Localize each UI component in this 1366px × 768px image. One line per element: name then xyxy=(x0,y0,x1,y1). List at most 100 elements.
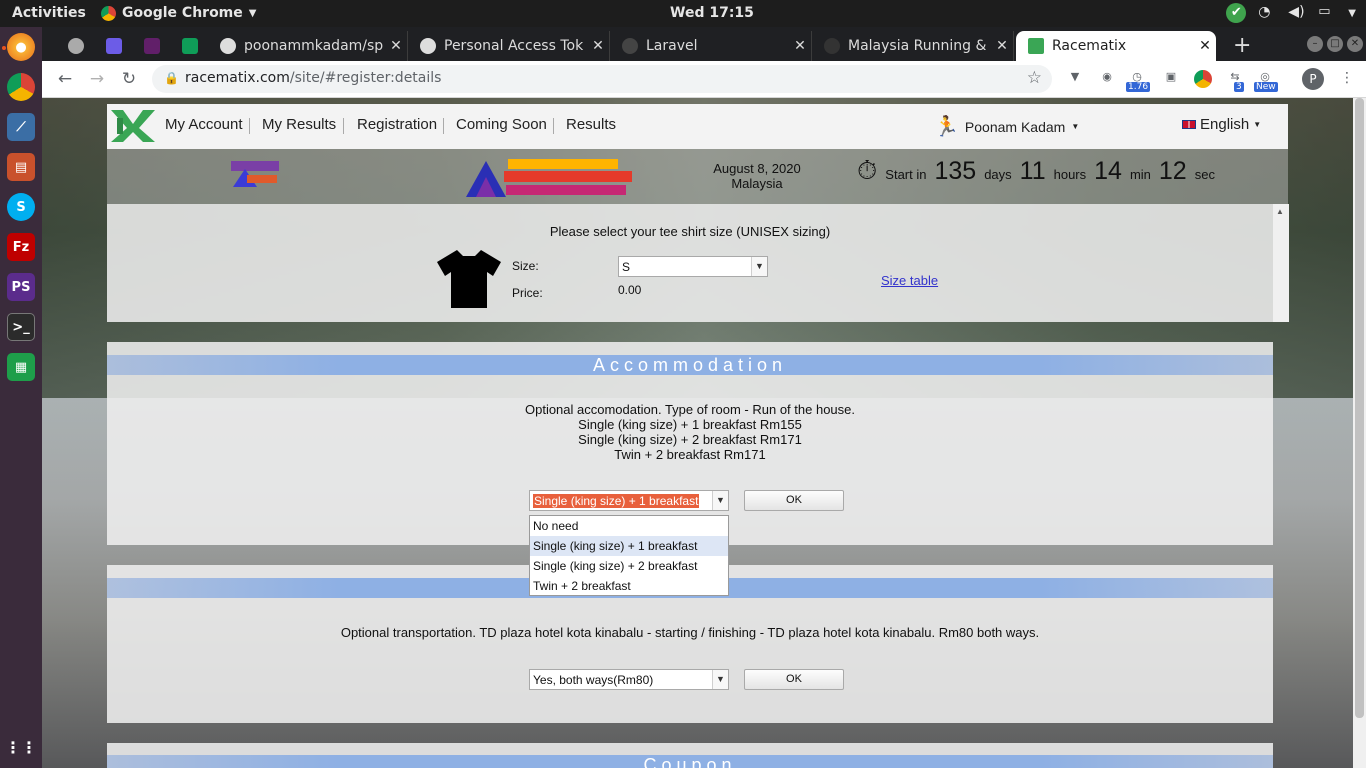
close-icon[interactable]: ✕ xyxy=(587,38,609,54)
gnome-top-bar: Activities Google Chrome ▼ Wed 17:15 ✔ ◔… xyxy=(0,0,1366,27)
system-tray[interactable]: ✔ ◔ ◀) ▭ ▼ xyxy=(1226,3,1356,23)
dropdown-option[interactable]: Twin + 2 breakfast xyxy=(530,576,728,596)
address-bar[interactable]: 🔒 racematix.com/site/#register:details ☆ xyxy=(152,65,1052,93)
size-label: Size: xyxy=(512,259,539,273)
new-tab-button[interactable]: + xyxy=(1233,33,1251,58)
chevron-down-icon: ▼ xyxy=(248,7,257,19)
tshirt-panel: Please select your tee shirt size (UNISE… xyxy=(107,204,1289,322)
wifi-icon: ◔ xyxy=(1258,4,1271,20)
skype-icon[interactable]: S xyxy=(7,193,35,221)
chrome-toolbar: ← → ↻ 🔒 racematix.com/site/#register:det… xyxy=(42,61,1366,98)
security-ok-icon[interactable]: ✔ xyxy=(1226,3,1247,23)
tab-laravel[interactable]: Laravel ✕ xyxy=(610,31,812,61)
spreadsheet-icon[interactable]: ▦ xyxy=(7,353,35,381)
transportation-ok-button[interactable]: OK xyxy=(744,669,844,690)
dropdown-option[interactable]: No need xyxy=(530,516,728,536)
stopwatch-icon: ⏱ xyxy=(857,155,878,185)
slack-icon xyxy=(144,38,160,54)
panel-scrollbar[interactable]: ▲ xyxy=(1273,204,1289,322)
tab-github-repo[interactable]: poonammkadam/sp ✕ xyxy=(208,31,408,61)
profile-avatar[interactable]: P xyxy=(1302,68,1324,90)
firefox-icon[interactable]: ● xyxy=(7,33,35,61)
url-path: /site/#register:details xyxy=(289,70,442,86)
mysql-workbench-icon[interactable]: ⟋ xyxy=(7,113,35,141)
lock-icon[interactable]: 🔒 xyxy=(164,71,179,85)
reload-button[interactable]: ↻ xyxy=(118,68,140,90)
terminal-icon[interactable]: >_ xyxy=(7,313,35,341)
pinned-tab[interactable] xyxy=(94,31,132,61)
phpstorm-icon[interactable]: PS xyxy=(7,273,35,301)
nav-my-results[interactable]: My Results xyxy=(262,116,336,133)
close-icon[interactable]: ✕ xyxy=(789,38,811,54)
close-icon[interactable]: ✕ xyxy=(385,38,407,54)
uk-flag-icon xyxy=(1182,120,1196,129)
vue-devtools-icon[interactable]: ▼ xyxy=(1066,70,1084,88)
hours-label: hours xyxy=(1053,167,1087,182)
event-header: August 8, 2020 Malaysia ⏱ Start in 135 d… xyxy=(107,149,1288,204)
accommodation-selected-text: Single (king size) + 1 breakfast xyxy=(533,494,700,508)
tab-personal-access-token[interactable]: Personal Access Tok ✕ xyxy=(408,31,610,61)
dropdown-option[interactable]: Single (king size) + 1 breakfast xyxy=(530,536,728,556)
tab-malaysia-running[interactable]: Malaysia Running & ✕ xyxy=(812,31,1014,61)
bookmark-star-icon[interactable]: ☆ xyxy=(1027,68,1042,88)
coupon-panel: Coupon xyxy=(107,743,1273,768)
maximize-button[interactable]: □ xyxy=(1327,36,1343,52)
event-small-logo xyxy=(231,161,279,187)
countdown-min: 14 xyxy=(1094,157,1122,185)
pinned-tab[interactable] xyxy=(132,31,170,61)
close-icon[interactable]: ✕ xyxy=(1194,38,1216,54)
nav-my-account[interactable]: My Account xyxy=(165,116,243,133)
nav-coming-soon[interactable]: Coming Soon xyxy=(456,116,547,133)
page-scrollbar[interactable] xyxy=(1353,98,1366,768)
github-icon xyxy=(420,38,436,54)
countdown-sec: 12 xyxy=(1158,157,1187,185)
caret-down-icon: ▼ xyxy=(1253,120,1262,129)
accommodation-select[interactable]: Single (king size) + 1 breakfast ▼ xyxy=(529,490,729,511)
chrome-menu-icon[interactable]: ⋮ xyxy=(1338,70,1356,88)
page-scrollbar-thumb[interactable] xyxy=(1355,98,1364,718)
accommodation-heading: Accommodation xyxy=(107,355,1273,375)
battery-icon: ▭ xyxy=(1318,4,1331,19)
close-window-button[interactable]: ✕ xyxy=(1347,36,1363,52)
kadamaian-running-club-logo xyxy=(466,159,632,197)
app-menu[interactable]: Google Chrome ▼ xyxy=(101,5,256,21)
color-picker-icon[interactable] xyxy=(1194,70,1212,88)
racematix-logo[interactable] xyxy=(111,110,155,142)
close-icon[interactable]: ✕ xyxy=(991,38,1013,54)
runner-icon: 🏃 xyxy=(934,116,959,138)
files-icon[interactable]: ▤ xyxy=(7,153,35,181)
dropdown-option[interactable]: Single (king size) + 2 breakfast xyxy=(530,556,728,576)
sheets-icon xyxy=(182,38,198,54)
show-applications-icon[interactable]: ⋮⋮ xyxy=(5,733,37,761)
web-page: My Account My Results Registration Comin… xyxy=(42,98,1366,768)
caret-down-icon: ▼ xyxy=(1071,122,1080,131)
days-label: days xyxy=(984,167,1012,182)
forward-button[interactable]: → xyxy=(86,68,108,90)
filezilla-icon[interactable]: Fz xyxy=(7,233,35,261)
size-table-link[interactable]: Size table xyxy=(881,273,938,288)
transportation-select[interactable]: Yes, both ways(Rm80) ▼ xyxy=(529,669,729,690)
back-button[interactable]: ← xyxy=(54,68,76,90)
user-menu[interactable]: 🏃 Poonam Kadam ▼ xyxy=(934,114,1079,139)
minimize-button[interactable]: – xyxy=(1307,36,1323,52)
nav-registration[interactable]: Registration xyxy=(357,116,437,133)
accommodation-dropdown-list[interactable]: No need Single (king size) + 1 breakfast… xyxy=(529,515,729,596)
accommodation-line-3: Single (king size) + 2 breakfast Rm171 xyxy=(578,432,802,447)
tab-racematix[interactable]: Racematix ✕ xyxy=(1016,31,1216,61)
tshirt-size-select[interactable]: S ▼ xyxy=(618,256,768,277)
chrome-dock-icon[interactable] xyxy=(7,73,35,101)
tshirt-icon xyxy=(437,250,501,308)
scroll-up-arrow-icon[interactable]: ▲ xyxy=(1276,207,1284,216)
pinned-tab[interactable] xyxy=(170,31,208,61)
tshirt-prompt: Please select your tee shirt size (UNISE… xyxy=(549,224,831,239)
min-label: min xyxy=(1129,167,1151,182)
clock[interactable]: Wed 17:15 xyxy=(670,5,754,21)
language-menu[interactable]: English ▼ xyxy=(1182,116,1261,133)
pinned-tab[interactable] xyxy=(56,31,94,61)
window-resizer-icon[interactable]: ▣ xyxy=(1162,70,1180,88)
activities-button[interactable]: Activities xyxy=(12,5,86,21)
nav-results[interactable]: Results xyxy=(566,116,616,133)
screenshot-icon[interactable]: ◉ xyxy=(1098,70,1116,88)
accommodation-ok-button[interactable]: OK xyxy=(744,490,844,511)
user-name: Poonam Kadam xyxy=(964,118,1066,135)
